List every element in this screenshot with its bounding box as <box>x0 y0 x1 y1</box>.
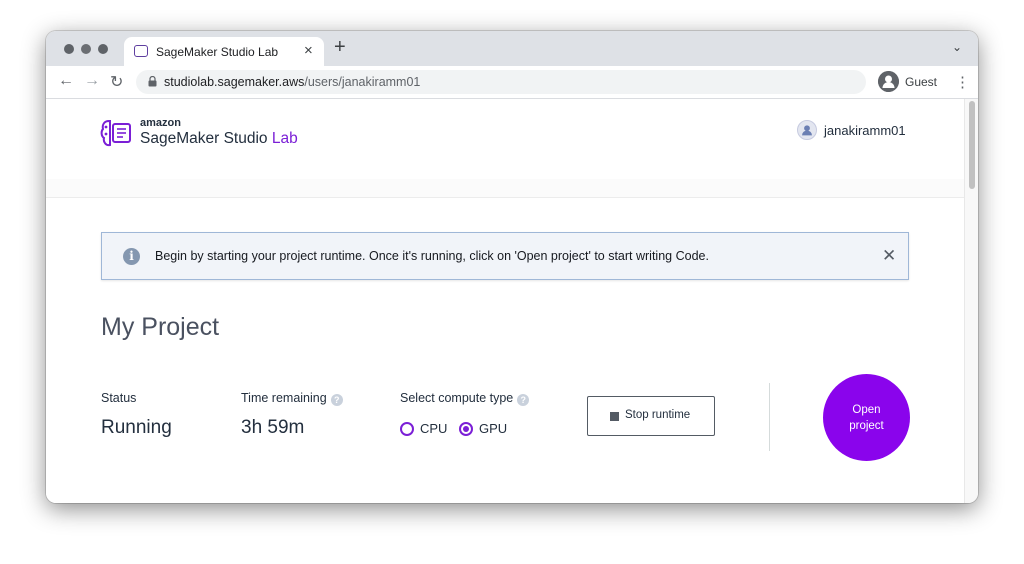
profile-label: Guest <box>905 75 938 89</box>
url-host: studiolab.sagemaker.aws <box>164 75 305 89</box>
browser-tab[interactable]: SageMaker Studio Lab × <box>124 37 324 66</box>
chevron-down-icon[interactable]: ⌄ <box>952 40 962 54</box>
browser-window: SageMaker Studio Lab × + ⌄ ← → ↻ studiol… <box>46 31 978 503</box>
radio-cpu-circle[interactable] <box>400 422 414 436</box>
sagemaker-logo-icon <box>100 120 131 147</box>
browser-toolbar: ← → ↻ studiolab.sagemaker.aws/users/jana… <box>46 66 978 99</box>
open-project-line2: project <box>849 420 884 432</box>
window-maximize-dot[interactable] <box>98 44 108 54</box>
stop-runtime-label: Stop runtime <box>625 409 691 421</box>
time-remaining-label: Time remaining? <box>241 391 343 406</box>
user-name[interactable]: janakiramm01 <box>824 123 906 138</box>
page-content: amazon SageMaker Studio Lab janakiramm01… <box>46 99 964 503</box>
info-alert: i Begin by starting your project runtime… <box>101 232 909 280</box>
scroll-thumb[interactable] <box>969 101 975 189</box>
open-project-line1: Open <box>852 404 881 416</box>
help-icon[interactable]: ? <box>517 394 530 406</box>
tab-close-icon[interactable]: × <box>304 42 313 59</box>
profile-avatar-icon <box>878 71 899 92</box>
header-divider <box>46 179 964 198</box>
page-scrollbar[interactable] <box>964 99 978 503</box>
radio-gpu-label: GPU <box>479 421 508 436</box>
user-avatar-icon[interactable] <box>797 120 817 140</box>
tab-strip: SageMaker Studio Lab × + ⌄ <box>46 31 978 66</box>
stop-runtime-button[interactable]: Stop runtime <box>587 396 715 436</box>
forward-arrow-icon[interactable]: → <box>84 72 100 90</box>
url-text: studiolab.sagemaker.aws/users/janakiramm… <box>164 75 420 89</box>
time-remaining-value: 3h 59m <box>241 417 305 438</box>
alert-message: Begin by starting your project runtime. … <box>155 249 709 263</box>
page-title: My Project <box>101 313 220 341</box>
radio-gpu-circle[interactable] <box>459 422 473 436</box>
info-icon: i <box>123 248 140 265</box>
time-remaining-text: Time remaining <box>241 391 327 405</box>
help-icon[interactable]: ? <box>330 394 343 406</box>
logo-product-name: SageMaker Studio Lab <box>140 130 298 148</box>
open-project-button[interactable]: Open project <box>823 374 910 461</box>
status-label: Status <box>101 391 137 405</box>
reload-icon[interactable]: ↻ <box>110 72 123 92</box>
tab-title: SageMaker Studio Lab <box>156 45 279 59</box>
close-icon[interactable]: ✕ <box>882 246 896 266</box>
url-path: /users/janakiramm01 <box>304 75 421 89</box>
radio-cpu-label: CPU <box>420 421 448 436</box>
status-value: Running <box>101 417 172 438</box>
compute-type-text: Select compute type <box>400 391 514 405</box>
logo-amazon: amazon <box>140 117 181 129</box>
menu-kebab-icon[interactable]: ⋮ <box>955 73 970 91</box>
back-arrow-icon[interactable]: ← <box>58 72 74 90</box>
favicon-icon <box>134 45 148 57</box>
stop-icon <box>610 412 619 421</box>
address-bar[interactable]: studiolab.sagemaker.aws/users/janakiramm… <box>136 70 866 94</box>
new-tab-icon[interactable]: + <box>334 36 346 59</box>
compute-type-label: Select compute type? <box>400 391 530 406</box>
window-close-dot[interactable] <box>64 44 74 54</box>
window-minimize-dot[interactable] <box>81 44 91 54</box>
logo-name-main: SageMaker Studio <box>140 130 272 147</box>
open-project-label: Open project <box>823 402 910 434</box>
section-divider <box>769 383 770 451</box>
lock-icon <box>148 76 157 87</box>
logo-name-accent: Lab <box>271 130 298 147</box>
site-header: amazon SageMaker Studio Lab janakiramm01 <box>46 99 964 179</box>
